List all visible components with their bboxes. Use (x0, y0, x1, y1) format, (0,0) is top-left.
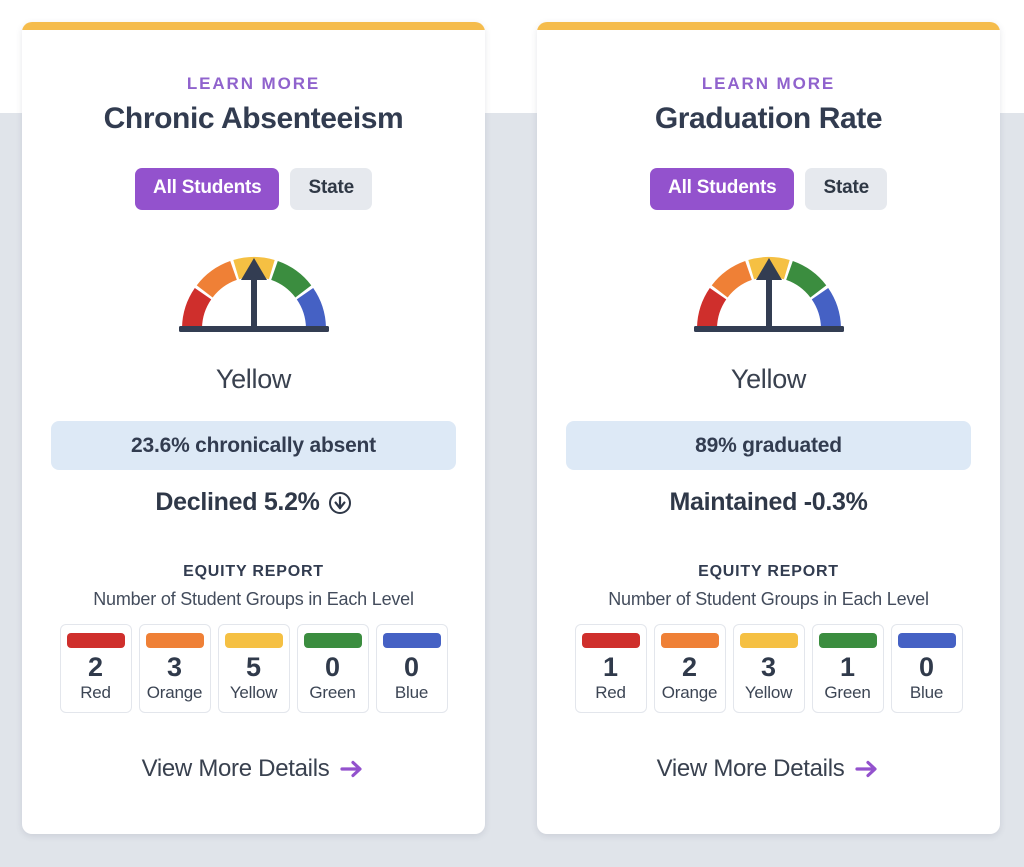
primary-stat-text: 23.6% chronically absent (131, 433, 376, 457)
level-color-swatch-blue (897, 633, 956, 648)
trend-text: Declined 5.2% (155, 488, 320, 516)
gauge-segment-orange (196, 261, 237, 298)
equity-level-name: Blue (394, 683, 429, 703)
equity-level-name: Red (595, 683, 626, 703)
card-title: Graduation Rate (654, 102, 883, 135)
equity-level-name: Green (824, 683, 871, 703)
circle-arrow-down-icon (328, 491, 352, 515)
equity-cell-yellow[interactable]: 5 Yellow (217, 624, 290, 714)
gauge-needle-shaft (765, 275, 772, 329)
toggle-button-all-students[interactable]: All Students (135, 168, 280, 210)
equity-count: 2 (87, 652, 104, 682)
gauge-needle-shaft (250, 275, 257, 329)
equity-level-name: Orange (661, 683, 718, 703)
level-color-swatch-red (66, 633, 125, 648)
level-color-swatch-blue (382, 633, 441, 648)
equity-level-name: Orange (146, 683, 203, 703)
equity-cell-yellow[interactable]: 3 Yellow (732, 624, 805, 714)
equity-report-heading: Equity Report (698, 563, 839, 580)
view-more-details-label: View More Details (656, 755, 845, 783)
gauge-segment-orange (711, 261, 752, 298)
equity-cell-green[interactable]: 0 Green (296, 624, 369, 714)
primary-stat-bar: 89% graduated (566, 421, 971, 470)
equity-report-heading: Equity Report (183, 563, 324, 580)
learn-more-link[interactable]: Learn More (702, 74, 835, 94)
level-color-swatch-orange (145, 633, 204, 648)
equity-cell-green[interactable]: 1 Green (811, 624, 884, 714)
indicator-card-list: Learn More Chronic Absenteeism All Student… (0, 0, 1024, 867)
indicator-card-graduation-rate: Learn More Graduation Rate All Students Sta… (537, 22, 1000, 834)
gauge-level-label: Yellow (215, 364, 292, 394)
equity-cell-red[interactable]: 1 Red (574, 624, 647, 714)
equity-count: 0 (918, 652, 935, 682)
gauge-segment-red (696, 288, 726, 329)
gauge-level-label: Yellow (730, 364, 807, 394)
gauge-segment-green (785, 261, 826, 298)
equity-count: 1 (602, 652, 619, 682)
equity-count: 0 (403, 652, 420, 682)
equity-count: 2 (681, 652, 698, 682)
learn-more-link[interactable]: Learn More (187, 74, 320, 94)
level-color-swatch-yellow (224, 633, 283, 648)
level-color-swatch-orange (660, 633, 719, 648)
equity-report-subheading: Number of Student Groups in Each Level (608, 589, 929, 609)
gauge-segment-green (270, 261, 311, 298)
equity-level-name: Green (309, 683, 356, 703)
equity-count: 0 (324, 652, 341, 682)
gauge-chart (693, 257, 844, 332)
equity-count: 3 (760, 652, 777, 682)
trend-row: Declined 5.2% (155, 488, 351, 517)
equity-level-name: Red (80, 683, 111, 703)
equity-level-grid: 1 Red 2 Orange 3 Yellow 1 Green 0 Blue (563, 624, 974, 714)
equity-level-name: Yellow (229, 683, 278, 703)
equity-count: 3 (166, 652, 183, 682)
arrow-right-icon (339, 758, 365, 780)
indicator-card-chronic-absenteeism: Learn More Chronic Absenteeism All Student… (22, 22, 485, 834)
equity-cell-blue[interactable]: 0 Blue (375, 624, 448, 714)
trend-text: Maintained -0.3% (669, 488, 868, 516)
view-more-details-link[interactable]: View More Details (142, 755, 366, 783)
equity-count: 1 (839, 652, 856, 682)
toggle-button-state[interactable]: State (290, 168, 372, 210)
card-body: Learn More Chronic Absenteeism All Student… (22, 30, 485, 783)
equity-count: 5 (245, 652, 262, 682)
level-color-swatch-green (818, 633, 877, 648)
gauge-container (154, 237, 354, 342)
primary-stat-text: 89% graduated (695, 433, 842, 457)
gauge-segment-blue (296, 288, 326, 329)
equity-cell-orange[interactable]: 2 Orange (653, 624, 726, 714)
level-color-swatch-green (303, 633, 362, 648)
card-accent-bar (22, 22, 485, 30)
arrow-right-icon (854, 758, 880, 780)
audience-toggle-group: All Students State (135, 168, 372, 210)
gauge-segment-red (181, 288, 211, 329)
gauge-segment-blue (811, 288, 841, 329)
primary-stat-bar: 23.6% chronically absent (51, 421, 456, 470)
equity-level-grid: 2 Red 3 Orange 5 Yellow 0 Green 0 Blue (48, 624, 459, 714)
card-body: Learn More Graduation Rate All Students Sta… (537, 30, 1000, 783)
level-color-swatch-red (581, 633, 640, 648)
equity-level-name: Yellow (744, 683, 793, 703)
equity-level-name: Blue (909, 683, 944, 703)
gauge-chart (178, 257, 329, 332)
equity-report-subheading: Number of Student Groups in Each Level (93, 589, 414, 609)
gauge-container (669, 237, 869, 342)
equity-cell-red[interactable]: 2 Red (59, 624, 132, 714)
toggle-button-all-students[interactable]: All Students (650, 168, 795, 210)
level-color-swatch-yellow (739, 633, 798, 648)
card-title: Chronic Absenteeism (103, 102, 404, 135)
trend-row: Maintained -0.3% (669, 488, 867, 517)
view-more-details-label: View More Details (141, 755, 330, 783)
audience-toggle-group: All Students State (650, 168, 887, 210)
card-accent-bar (537, 22, 1000, 30)
view-more-details-link[interactable]: View More Details (657, 755, 881, 783)
toggle-button-state[interactable]: State (805, 168, 887, 210)
equity-cell-orange[interactable]: 3 Orange (138, 624, 211, 714)
equity-cell-blue[interactable]: 0 Blue (890, 624, 963, 714)
